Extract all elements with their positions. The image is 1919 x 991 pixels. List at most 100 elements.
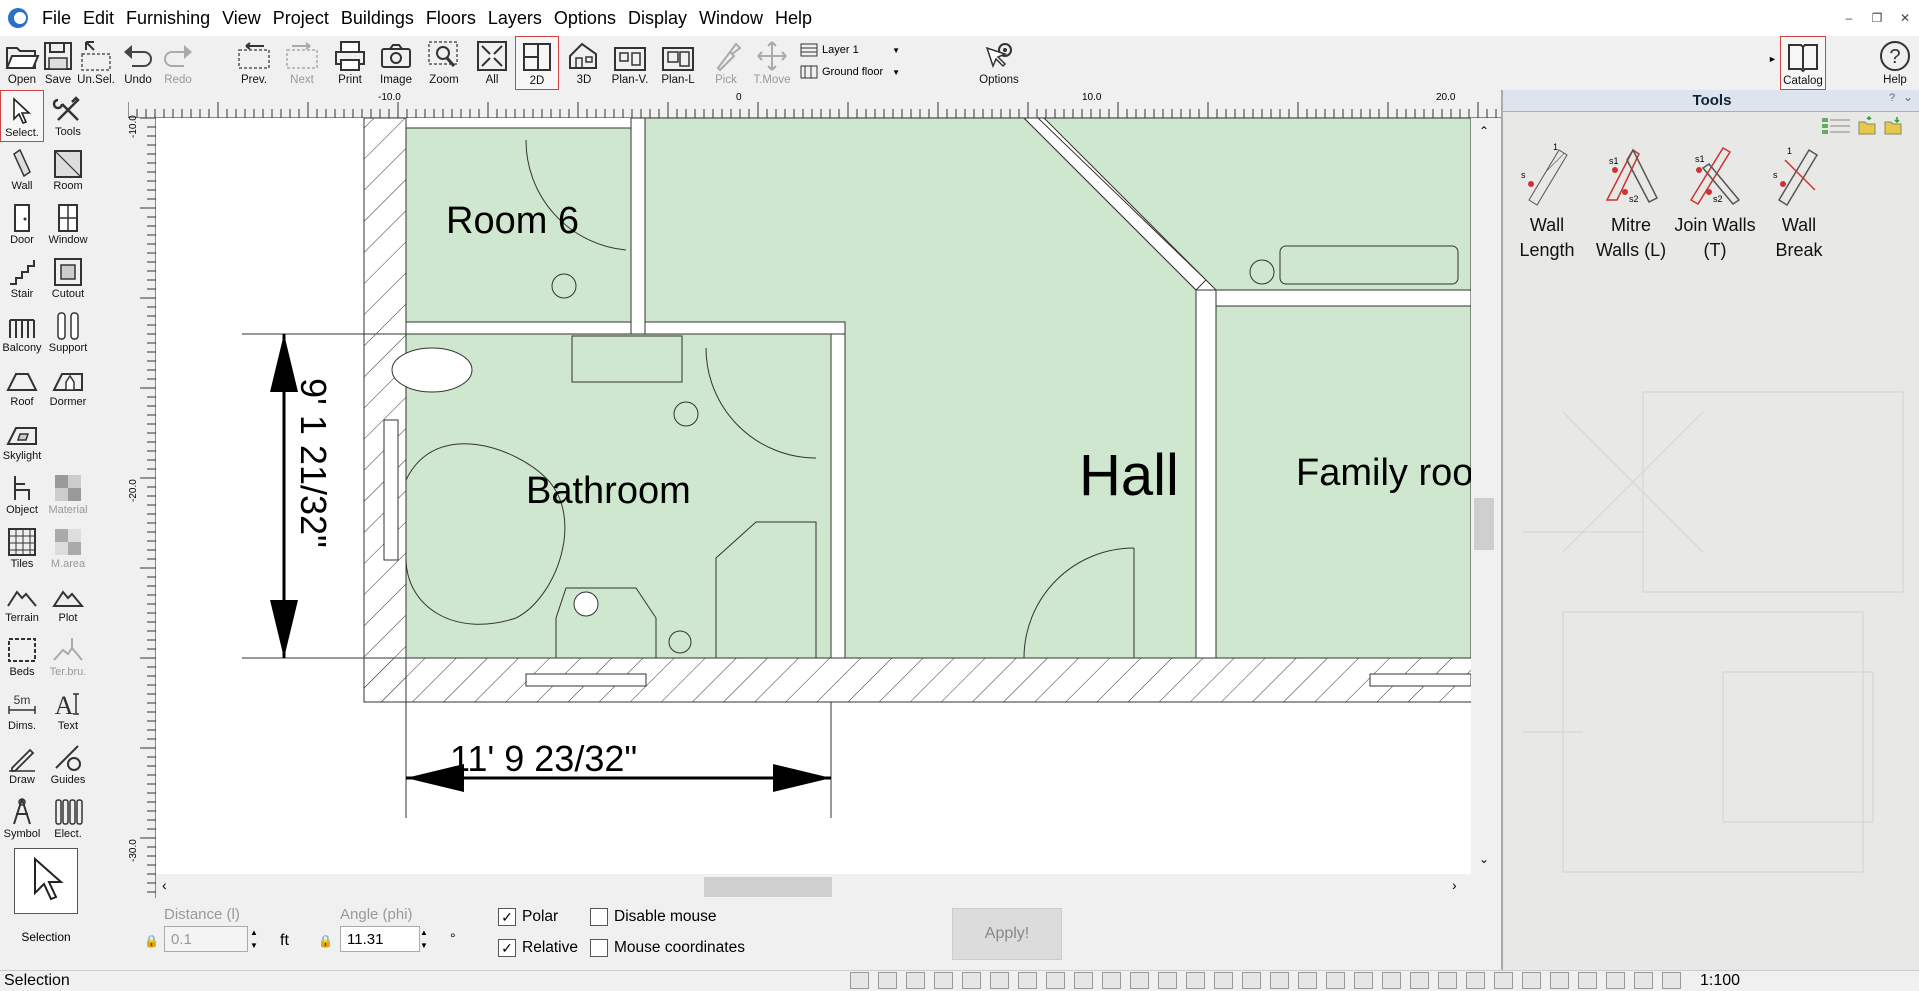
- zoom-all-button[interactable]: All: [470, 36, 514, 90]
- status-toggle-icon[interactable]: [1494, 972, 1513, 989]
- pencil-icon[interactable]: [906, 972, 925, 989]
- angle-input[interactable]: [340, 926, 420, 952]
- object-tool-button[interactable]: Object: [0, 468, 44, 520]
- image-icon[interactable]: [990, 972, 1009, 989]
- menu-options[interactable]: Options: [548, 8, 622, 29]
- status-toggle-icon[interactable]: [1326, 972, 1345, 989]
- draw-tool-button[interactable]: Draw: [0, 738, 44, 790]
- menu-furnishing[interactable]: Furnishing: [120, 8, 216, 29]
- restore-icon[interactable]: ❐: [1863, 11, 1891, 25]
- status-toggle-icon[interactable]: [1662, 972, 1681, 989]
- cutout-tool-button[interactable]: Cutout: [46, 252, 90, 304]
- view-3d-button[interactable]: 3D: [562, 36, 606, 90]
- menu-project[interactable]: Project: [267, 8, 335, 29]
- status-toggle-icon[interactable]: [1410, 972, 1429, 989]
- horizontal-scrollbar[interactable]: ‹ ›: [156, 874, 1471, 900]
- image-button[interactable]: Image: [374, 36, 418, 90]
- close-icon[interactable]: ✕: [1891, 11, 1919, 25]
- apply-button[interactable]: Apply!: [952, 908, 1062, 960]
- dimensions-tool-button[interactable]: 5m Dims.: [0, 684, 44, 736]
- status-toggle-icon[interactable]: [1214, 972, 1233, 989]
- chevron-up-icon[interactable]: ⌃: [1479, 124, 1489, 138]
- status-toggle-icon[interactable]: [962, 972, 981, 989]
- list-view-icon[interactable]: [1821, 116, 1851, 136]
- grid-icon[interactable]: [878, 972, 897, 989]
- symbol-tool-button[interactable]: Symbol: [0, 792, 44, 844]
- undo-button[interactable]: Undo: [116, 36, 160, 90]
- menu-view[interactable]: View: [216, 8, 267, 29]
- stair-tool-button[interactable]: Stair: [0, 252, 44, 304]
- disable-mouse-checkbox[interactable]: [590, 908, 608, 926]
- texture-move-button[interactable]: T.Move: [750, 36, 794, 90]
- status-toggle-icon[interactable]: [1354, 972, 1373, 989]
- folder-down-icon[interactable]: [1883, 116, 1903, 136]
- status-toggle-icon[interactable]: [1130, 972, 1149, 989]
- menu-display[interactable]: Display: [622, 8, 693, 29]
- status-toggle-icon[interactable]: [1018, 972, 1037, 989]
- terrain-tool-button[interactable]: Terrain: [0, 576, 44, 628]
- pick-button[interactable]: Pick: [704, 36, 748, 90]
- status-toggle-icon[interactable]: [1186, 972, 1205, 989]
- support-tool-button[interactable]: Support: [46, 306, 90, 358]
- menu-layers[interactable]: Layers: [482, 8, 548, 29]
- distance-spinner-icon[interactable]: ▲ ▼: [250, 926, 258, 952]
- join-walls-tool[interactable]: s1 s2 Join Walls (T): [1673, 140, 1757, 263]
- wall-tool-button[interactable]: Wall: [0, 144, 44, 196]
- chevron-right-icon[interactable]: ›: [1452, 877, 1457, 893]
- door-tool-button[interactable]: Door: [0, 198, 44, 250]
- horizontal-scroll-thumb[interactable]: [704, 877, 832, 897]
- status-toggle-icon[interactable]: [1438, 972, 1457, 989]
- polar-checkbox[interactable]: ✓: [498, 908, 516, 926]
- status-toggle-icon[interactable]: [1382, 972, 1401, 989]
- status-toggle-icon[interactable]: [1550, 972, 1569, 989]
- zoom-button[interactable]: Zoom: [422, 36, 466, 90]
- status-toggle-icon[interactable]: [850, 972, 869, 989]
- help-button[interactable]: ? Help: [1872, 36, 1918, 90]
- distance-input[interactable]: [164, 926, 248, 952]
- status-toggle-icon[interactable]: [934, 972, 953, 989]
- status-toggle-icon[interactable]: [1522, 972, 1541, 989]
- menu-help[interactable]: Help: [769, 8, 818, 29]
- print-button[interactable]: Print: [328, 36, 372, 90]
- redo-button[interactable]: Redo: [156, 36, 200, 90]
- select-tool-button[interactable]: Select.: [0, 90, 44, 142]
- prev-view-button[interactable]: Prev.: [232, 36, 276, 90]
- electric-tool-button[interactable]: Elect.: [46, 792, 90, 844]
- hatch-icon[interactable]: [1102, 972, 1121, 989]
- unselect-button[interactable]: Un.Sel.: [74, 36, 118, 90]
- menu-edit[interactable]: Edit: [77, 8, 120, 29]
- dormer-tool-button[interactable]: Dormer: [46, 360, 90, 412]
- chevron-down-icon[interactable]: ⌄: [1479, 852, 1489, 866]
- menu-floors[interactable]: Floors: [420, 8, 482, 29]
- status-toggle-icon[interactable]: [1634, 972, 1653, 989]
- text-abc-icon[interactable]: [1578, 972, 1597, 989]
- layer-selector[interactable]: Layer 1 ▼: [800, 40, 900, 60]
- skylight-tool-button[interactable]: Skylight: [0, 414, 44, 466]
- status-toggle-icon[interactable]: [1158, 972, 1177, 989]
- floorplan-canvas[interactable]: Room 6 Bathroom Hall Family roo 11' 9 23…: [156, 118, 1471, 874]
- tree-icon[interactable]: [1242, 972, 1261, 989]
- vertical-scroll-thumb[interactable]: [1474, 498, 1494, 550]
- status-toggle-icon[interactable]: [1466, 972, 1485, 989]
- next-view-button[interactable]: Next: [280, 36, 324, 90]
- lock-icon[interactable]: 🔒: [318, 934, 333, 948]
- status-toggle-icon[interactable]: [1074, 972, 1093, 989]
- menu-window[interactable]: Window: [693, 8, 769, 29]
- roof-tool-button[interactable]: Roof: [0, 360, 44, 412]
- status-toggle-icon[interactable]: [1298, 972, 1317, 989]
- toolbar-overflow-icon[interactable]: ►: [1768, 54, 1777, 64]
- minimize-icon[interactable]: –: [1835, 11, 1863, 25]
- tiles-tool-button[interactable]: Tiles: [0, 522, 44, 574]
- wall-break-tool[interactable]: 1s Wall Break: [1757, 140, 1841, 263]
- guides-tool-button[interactable]: Guides: [46, 738, 90, 790]
- options-button[interactable]: Options: [975, 36, 1023, 90]
- status-toggle-icon[interactable]: [1046, 972, 1065, 989]
- status-toggle-icon[interactable]: [1606, 972, 1625, 989]
- window-tool-button[interactable]: Window: [46, 198, 90, 250]
- panel-help-icon[interactable]: ?: [1889, 92, 1895, 104]
- chevron-left-icon[interactable]: ‹: [162, 877, 167, 893]
- mitre-walls-tool[interactable]: s1 s2 Mitre Walls (L): [1589, 140, 1673, 263]
- menu-buildings[interactable]: Buildings: [335, 8, 420, 29]
- room-tool-button[interactable]: Room: [46, 144, 90, 196]
- balcony-tool-button[interactable]: Balcony: [0, 306, 44, 358]
